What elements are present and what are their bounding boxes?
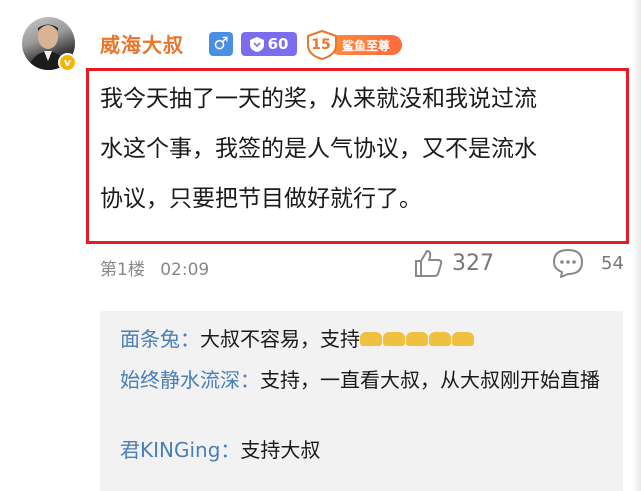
fan-badge: 鲨鱼至尊 15 bbox=[306, 30, 402, 60]
fan-badge-label: 鲨鱼至尊 bbox=[330, 35, 402, 55]
comment-bubble-icon bbox=[553, 249, 583, 278]
reply-author[interactable]: 面条兔： bbox=[120, 327, 200, 351]
level-badge: 60 bbox=[241, 32, 297, 56]
comment-time: 02:09 bbox=[160, 260, 210, 280]
verified-badge: v bbox=[58, 53, 77, 72]
floor-number: 第1楼 bbox=[100, 260, 145, 280]
comment-meta: 第1楼 02:09 bbox=[100, 255, 219, 280]
reply-item[interactable]: 始终静水流深：支持，一直看大叔，从大叔刚开始直播 bbox=[120, 365, 610, 395]
fan-badge-level: 15 bbox=[311, 37, 331, 53]
reply-author[interactable]: 君KINGing： bbox=[120, 438, 240, 462]
reply-text: 大叔不容易，支持 bbox=[200, 327, 360, 351]
reply-text: 支持，一直看大叔，从大叔刚开始直播 bbox=[260, 368, 600, 392]
comment-line: 协议，只要把节目做好就行了。 bbox=[100, 186, 422, 212]
reply-author[interactable]: 始终静水流深： bbox=[120, 368, 260, 392]
clap-emoji-icon bbox=[360, 331, 475, 348]
username[interactable]: 威海大叔 bbox=[100, 29, 184, 58]
comment-line: 我今天抽了一天的奖，从来就没和我说过流 bbox=[100, 86, 537, 112]
comment-line: 水这个事，我签的是人气协议，又不是流水 bbox=[100, 136, 537, 162]
male-gender-icon: ♂ bbox=[209, 32, 233, 56]
comment-text: 我今天抽了一天的奖，从来就没和我说过流 水这个事，我签的是人气协议，又不是流水 … bbox=[100, 74, 620, 224]
reply-item[interactable]: 君KINGing：支持大叔 bbox=[120, 435, 610, 465]
reply-count: 54 bbox=[601, 252, 624, 274]
shield-icon bbox=[249, 36, 264, 52]
thumbs-up-icon bbox=[415, 250, 443, 277]
like-button[interactable]: 327 bbox=[412, 247, 494, 279]
reply-text: 支持大叔 bbox=[240, 438, 321, 462]
level-number: 60 bbox=[267, 35, 289, 53]
reply-item[interactable]: 面条兔：大叔不容易，支持 bbox=[120, 324, 610, 354]
like-count: 327 bbox=[452, 250, 494, 276]
scroll-edge bbox=[632, 0, 641, 491]
reply-button[interactable]: 54 bbox=[551, 247, 624, 279]
replies-panel: 面条兔：大叔不容易，支持 始终静水流深：支持，一直看大叔，从大叔刚开始直播 君K… bbox=[100, 311, 623, 491]
